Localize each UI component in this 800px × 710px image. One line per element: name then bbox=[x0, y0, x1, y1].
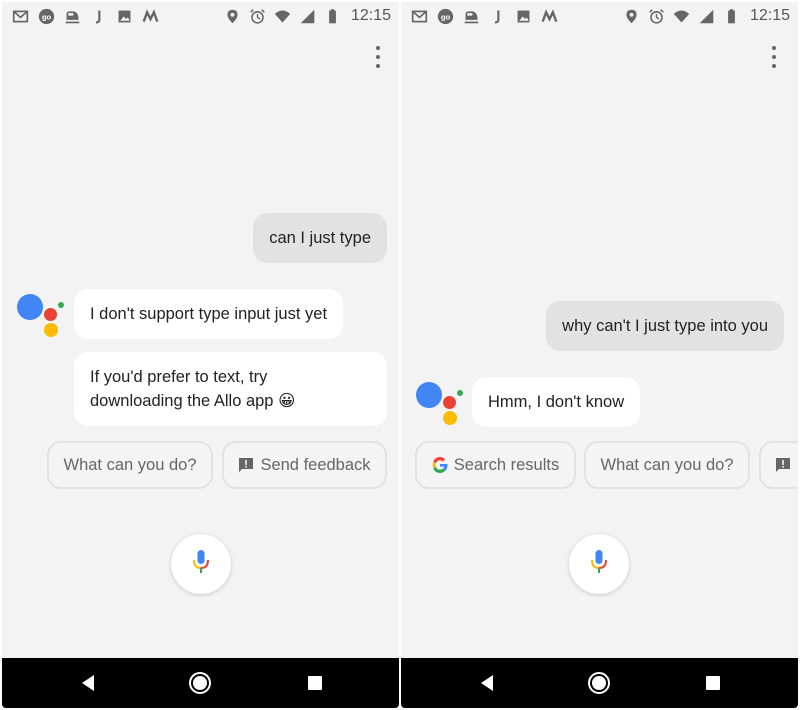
recents-icon bbox=[308, 676, 322, 690]
assistant-message: Hmm, I don't know bbox=[472, 377, 641, 427]
m-icon bbox=[142, 8, 159, 25]
phone-screen-right: go 12:15 why can't I just type into you … bbox=[401, 2, 798, 708]
chip-label: Send feedback bbox=[260, 455, 371, 474]
home-icon bbox=[588, 672, 610, 694]
assistant-message: I don't support type input just yet bbox=[74, 289, 344, 339]
j-icon bbox=[90, 8, 107, 25]
suggestion-chip-what-can-you-do[interactable]: What can you do? bbox=[47, 441, 213, 489]
home-button[interactable] bbox=[574, 658, 624, 708]
chip-label: Search results bbox=[453, 455, 560, 474]
train-icon bbox=[463, 8, 480, 25]
assistant-message-line: downloading the Allo app bbox=[90, 392, 274, 410]
image-icon bbox=[116, 8, 133, 25]
suggestion-chip-send-feedback[interactable]: Send feedback bbox=[222, 441, 387, 489]
user-message-text: why can't I just type into you bbox=[562, 317, 768, 335]
user-message: why can't I just type into you bbox=[546, 301, 784, 351]
grinning-emoji-icon: 😀 bbox=[278, 392, 296, 410]
cell-signal-icon bbox=[299, 8, 316, 25]
suggestion-chip-what-can-you-do[interactable]: What can you do? bbox=[584, 441, 750, 489]
google-assistant-logo bbox=[416, 382, 466, 428]
gmail-icon bbox=[12, 8, 29, 25]
go-icon: go bbox=[437, 8, 454, 25]
train-icon bbox=[64, 8, 81, 25]
back-icon bbox=[481, 675, 493, 691]
recents-icon bbox=[706, 676, 720, 690]
chip-label: What can you do? bbox=[600, 455, 734, 474]
assistant-message: If you'd prefer to text, try downloading… bbox=[74, 352, 387, 426]
location-icon bbox=[224, 8, 241, 25]
microphone-icon bbox=[589, 549, 609, 580]
chip-label: What can you do? bbox=[63, 455, 197, 474]
feedback-icon bbox=[238, 457, 254, 473]
suggestion-chip-search-results[interactable]: Search results bbox=[415, 441, 576, 489]
assistant-message-line: If you'd prefer to text, try bbox=[90, 368, 268, 386]
go-icon: go bbox=[38, 8, 55, 25]
svg-text:go: go bbox=[42, 12, 52, 21]
clock: 12:15 bbox=[350, 7, 391, 24]
home-icon bbox=[189, 672, 211, 694]
cell-signal-icon bbox=[698, 8, 715, 25]
suggestion-chip-send-feedback[interactable] bbox=[759, 441, 798, 489]
phone-screen-left: go 12:15 can I just type I don't support… bbox=[2, 2, 399, 708]
microphone-icon bbox=[191, 549, 211, 580]
wifi-icon bbox=[274, 8, 291, 25]
assistant-message-text: I don't support type input just yet bbox=[90, 305, 328, 323]
home-button[interactable] bbox=[175, 658, 225, 708]
back-icon bbox=[82, 675, 94, 691]
gmail-icon bbox=[411, 8, 428, 25]
back-button[interactable] bbox=[462, 658, 512, 708]
alarm-icon bbox=[249, 8, 266, 25]
alarm-icon bbox=[648, 8, 665, 25]
image-icon bbox=[515, 8, 532, 25]
microphone-button[interactable] bbox=[569, 534, 629, 594]
status-bar: go 12:15 bbox=[2, 2, 399, 30]
overflow-menu-button[interactable] bbox=[769, 46, 779, 68]
clock: 12:15 bbox=[749, 7, 790, 24]
overflow-menu-button[interactable] bbox=[373, 46, 383, 68]
recents-button[interactable] bbox=[688, 658, 738, 708]
wifi-icon bbox=[673, 8, 690, 25]
navigation-bar bbox=[2, 658, 399, 708]
google-g-icon bbox=[432, 457, 448, 473]
m-icon bbox=[541, 8, 558, 25]
back-button[interactable] bbox=[63, 658, 113, 708]
recents-button[interactable] bbox=[290, 658, 340, 708]
feedback-icon bbox=[775, 457, 791, 473]
assistant-message-text: Hmm, I don't know bbox=[488, 393, 625, 411]
user-message-text: can I just type bbox=[269, 229, 371, 247]
status-bar: go 12:15 bbox=[401, 2, 798, 30]
battery-icon bbox=[723, 8, 740, 25]
j-icon bbox=[489, 8, 506, 25]
user-message: can I just type bbox=[253, 213, 387, 263]
battery-icon bbox=[324, 8, 341, 25]
navigation-bar bbox=[401, 658, 798, 708]
google-assistant-logo bbox=[17, 294, 67, 340]
svg-text:go: go bbox=[441, 12, 451, 21]
location-icon bbox=[623, 8, 640, 25]
microphone-button[interactable] bbox=[171, 534, 231, 594]
